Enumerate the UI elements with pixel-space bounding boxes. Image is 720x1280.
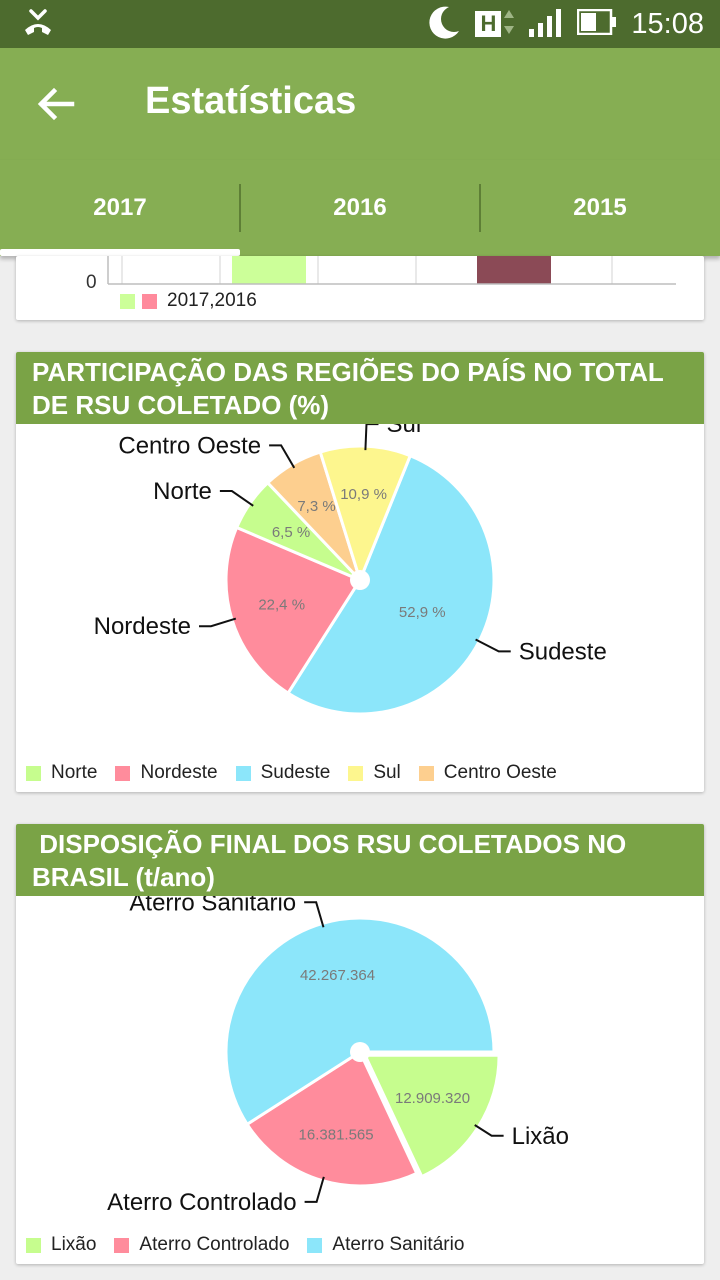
regions-legend: Norte Nordeste Sudeste Sul Centro Oeste [26,762,575,784]
legend-swatch [114,1237,130,1253]
chart-title: DISPOSIÇÃO FINAL DOS RSU COLETADOS NO BR… [16,824,704,896]
bar-chart-card: 0 2017,2016 [16,256,704,320]
legend-item: Lixão [51,1234,97,1255]
slice-value-label: 22,4 % [258,596,305,613]
pie-center-hole [350,570,370,590]
legend-swatch [26,1237,41,1253]
call-notification-icon [22,8,54,43]
active-tab-indicator [0,249,240,256]
legend-item: Norte [51,762,98,783]
slice-value-label: 12.909.320 [395,1090,470,1107]
clock: 15:08 [631,7,704,40]
year-tabs: 2017 2016 2015 [0,160,720,256]
slice-value-label: 7,3 % [297,498,335,515]
legend-item: Centro Oeste [443,762,557,783]
slice-category-label: Norte [153,478,212,505]
legend-swatch [120,293,135,309]
slice-category-label: Lixão [512,1123,569,1150]
legend-swatch [235,765,251,781]
legend-swatch [115,765,131,781]
slice-value-label: 10,9 % [340,486,387,503]
do-not-disturb-moon-icon [429,5,461,44]
back-arrow-icon[interactable] [34,82,78,126]
regions-chart-card: PARTICIPAÇÃO DAS REGIÕES DO PAÍS NO TOTA… [16,352,704,792]
page-title: Estatísticas [145,80,357,122]
disposal-pie-chart: 12.909.320 16.381.565 42.267.364 Lixão Ater… [107,896,569,1216]
slice-value-label: 6,5 % [272,524,310,541]
legend-label: 2017,2016 [167,290,257,311]
legend-item: Sudeste [260,762,331,783]
network-type-icon: H [475,11,502,37]
slice-category-label: Nordeste [94,613,191,640]
leader-line [199,617,237,628]
legend-swatch [307,1237,323,1253]
tab-2017[interactable]: 2017 [0,160,240,256]
bar-chart-legend: 2017,2016 [120,290,257,312]
legend-item: Aterro Sanitário [332,1234,465,1255]
data-arrows-icon [503,8,515,41]
leader-line [474,1124,504,1137]
slice-category-label: Sudeste [519,638,607,665]
tab-2015[interactable]: 2015 [480,160,720,256]
slice-value-label: 16.381.565 [299,1127,374,1144]
tab-2016[interactable]: 2016 [240,160,480,256]
legend-item: Aterro Controlado [139,1234,290,1255]
battery-icon [577,8,617,40]
slice-value-label: 52,9 % [399,604,446,621]
legend-item: Nordeste [140,762,218,783]
y-axis-tick: 0 [86,272,97,293]
disposal-chart-card: DISPOSIÇÃO FINAL DOS RSU COLETADOS NO BR… [16,824,704,1264]
legend-item: Sul [373,762,401,783]
slice-category-label: Aterro Controlado [107,1189,296,1216]
legend-swatch [142,293,157,309]
disposal-legend: Lixão Aterro Controlado Aterro Sanitário [26,1234,482,1256]
slice-category-label: Centro Oeste [118,432,261,459]
signal-icon [529,7,563,42]
app-bar: Estatísticas [0,48,720,160]
slice-value-label: 42.267.364 [300,967,375,984]
status-bar: H 15:08 [0,0,720,48]
pie-center-hole [350,1042,370,1062]
regions-pie-chart: 52,9 % 22,4 % 6,5 % 7,3 % 10,9 % Sudeste Nord… [94,424,607,716]
legend-swatch [418,765,434,781]
chart-title: PARTICIPAÇÃO DAS REGIÕES DO PAÍS NO TOTA… [16,352,704,424]
legend-swatch [26,765,41,781]
bar-2017 [232,256,306,284]
bar-2016 [477,256,551,284]
slice-category-label: Sul [386,424,421,438]
legend-swatch [348,765,364,781]
leader-line [475,638,511,653]
slice-category-label: Aterro Sanitário [129,896,296,916]
